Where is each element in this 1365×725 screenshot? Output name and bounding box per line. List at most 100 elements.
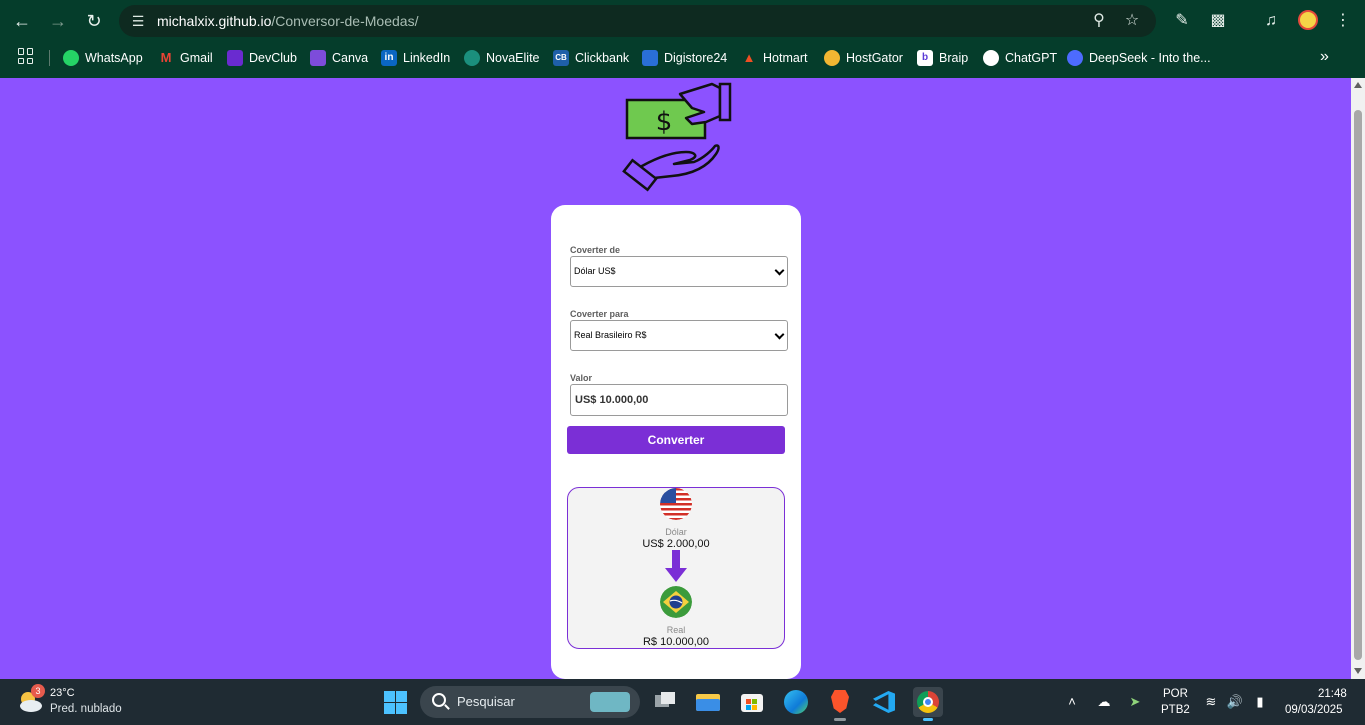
convert-button[interactable]: Converter [567, 426, 785, 454]
clock-date[interactable]: 09/03/2025 [1285, 704, 1343, 716]
bookmark-whatsapp[interactable]: WhatsApp [63, 49, 143, 67]
site-info-icon[interactable]: ☰ [129, 12, 147, 30]
chatgpt-icon [983, 50, 999, 66]
chrome-browser-icon[interactable] [913, 687, 943, 721]
weather-badge: 3 [31, 684, 45, 698]
back-icon[interactable]: ← [10, 9, 34, 33]
brazil-flag-icon [660, 586, 692, 618]
bookmark-gmail[interactable]: M Gmail [158, 49, 213, 67]
edge-browser-icon[interactable] [781, 687, 811, 717]
extensions-icon[interactable]: ▩ [1206, 9, 1230, 33]
to-currency-value: Real Brasileiro R$ [574, 330, 647, 340]
bookmark-star-icon[interactable]: ☆ [1122, 11, 1142, 31]
bookmark-deepseek[interactable]: DeepSeek - Into the... [1067, 49, 1211, 67]
scroll-down-icon[interactable] [1354, 668, 1362, 674]
keyboard-layout[interactable]: PTB2 [1161, 704, 1190, 716]
gmail-icon: M [160, 50, 172, 65]
canva-icon [310, 50, 326, 66]
devclub-icon [227, 50, 243, 66]
address-bar[interactable]: ☰ michalxix.github.io/Conversor-de-Moeda… [119, 5, 1156, 37]
money-hand-logo: $ [622, 82, 732, 192]
reload-icon[interactable]: ↻ [82, 9, 106, 33]
linkedin-icon: in [381, 50, 397, 66]
forward-icon[interactable]: → [46, 9, 70, 33]
battery-icon[interactable]: ▮ [1251, 693, 1269, 711]
converter-card: Coverter de Dólar US$ Coverter para Real… [551, 205, 801, 679]
browser-chrome: ← → ↻ ☰ michalxix.github.io/Conversor-de… [0, 0, 1365, 78]
bookmark-linkedin[interactable]: in LinkedIn [381, 49, 450, 67]
brave-browser-icon[interactable] [825, 687, 855, 721]
to-currency-name: Real [666, 625, 686, 635]
scroll-up-icon[interactable] [1354, 82, 1362, 88]
bookmark-clickbank[interactable]: CB Clickbank [553, 49, 629, 67]
conversion-result-box: Dólar US$ 2.000,00 Real R$ 10.000,00 [567, 487, 785, 649]
digistore24-icon [642, 50, 658, 66]
page-scrollbar[interactable] [1351, 78, 1365, 679]
chevron-down-icon [774, 265, 785, 276]
bookmarks-more-icon[interactable]: » [1320, 48, 1329, 66]
bookmark-label: Digistore24 [664, 51, 728, 65]
whatsapp-icon [63, 50, 79, 66]
url-text[interactable]: michalxix.github.io/Conversor-de-Moedas/ [157, 13, 418, 29]
zoom-icon[interactable]: ⚲ [1089, 11, 1109, 31]
scroll-thumb[interactable] [1354, 110, 1362, 660]
to-currency-label: Coverter para [570, 309, 629, 319]
to-currency-amount: R$ 10.000,00 [642, 636, 710, 648]
clock-time[interactable]: 21:48 [1318, 688, 1347, 700]
file-explorer-icon[interactable] [693, 687, 723, 717]
bookmark-label: DeepSeek - Into the... [1089, 51, 1211, 65]
search-icon [432, 693, 446, 707]
windows-taskbar: 3 23°C Pred. nublado Pesquisar ˄ ☁ ➤ POR [0, 679, 1365, 725]
bookmark-label: Clickbank [575, 51, 630, 65]
profile-avatar[interactable] [1298, 10, 1318, 30]
search-placeholder: Pesquisar [457, 694, 515, 709]
hotmart-icon: ▲ [742, 50, 756, 65]
bookmark-label: HostGator [846, 51, 903, 65]
bookmark-label: WhatsApp [85, 51, 143, 65]
bookmark-braip[interactable]: b Braip [917, 49, 968, 67]
bookmark-label: DevClub [249, 51, 297, 65]
bookmark-digistore24[interactable]: Digistore24 [642, 49, 727, 67]
volume-icon[interactable]: 🔊 [1226, 693, 1244, 711]
bookmark-hostgator[interactable]: HostGator [824, 49, 903, 67]
weather-temperature[interactable]: 23°C [50, 687, 75, 699]
wifi-icon[interactable]: ≋ [1202, 693, 1220, 711]
taskbar-search[interactable]: Pesquisar [420, 686, 640, 718]
url-path: /Conversor-de-Moedas/ [271, 13, 419, 29]
active-app-indicator [923, 718, 933, 721]
amount-input[interactable]: US$ 10.000,00 [570, 384, 788, 416]
url-host: michalxix.github.io [157, 13, 272, 29]
svg-text:$: $ [656, 107, 673, 137]
from-currency-select[interactable]: Dólar US$ [570, 256, 788, 287]
task-view-icon[interactable] [650, 687, 680, 717]
vscode-icon[interactable] [869, 687, 899, 717]
bookmark-label: Braip [939, 51, 969, 65]
onedrive-cloud-icon[interactable]: ☁ [1095, 693, 1113, 711]
arrow-down-icon [665, 550, 687, 582]
bookmark-label: NovaElite [486, 51, 540, 65]
media-icon[interactable]: ♫ [1259, 9, 1283, 33]
clickbank-icon: CB [553, 50, 569, 66]
location-icon[interactable]: ➤ [1126, 693, 1144, 711]
chevron-down-icon [774, 329, 785, 340]
from-currency-value: Dólar US$ [574, 266, 616, 276]
hostgator-icon [824, 50, 840, 66]
menu-icon[interactable]: ⋮ [1331, 9, 1355, 33]
bookmark-hotmart[interactable]: ▲ Hotmart [741, 49, 808, 67]
weather-description[interactable]: Pred. nublado [50, 703, 122, 715]
chevron-up-icon[interactable]: ˄ [1063, 693, 1081, 711]
bookmark-label: ChatGPT [1005, 51, 1058, 65]
eyedropper-icon[interactable]: ✎ [1170, 9, 1194, 33]
braip-icon: b [917, 50, 933, 66]
browser-toolbar: ← → ↻ ☰ michalxix.github.io/Conversor-de… [0, 0, 1365, 41]
bookmark-canva[interactable]: Canva [310, 49, 368, 67]
amount-label: Valor [570, 373, 593, 383]
microsoft-store-icon[interactable] [737, 687, 767, 717]
to-currency-select[interactable]: Real Brasileiro R$ [570, 320, 788, 351]
bookmark-devclub[interactable]: DevClub [227, 49, 297, 67]
bookmark-chatgpt[interactable]: ChatGPT [983, 49, 1057, 67]
bookmark-label: Hotmart [763, 51, 808, 65]
keyboard-language[interactable]: POR [1163, 688, 1188, 700]
windows-start-icon[interactable] [384, 691, 407, 714]
bookmark-novaelite[interactable]: NovaElite [464, 49, 540, 67]
